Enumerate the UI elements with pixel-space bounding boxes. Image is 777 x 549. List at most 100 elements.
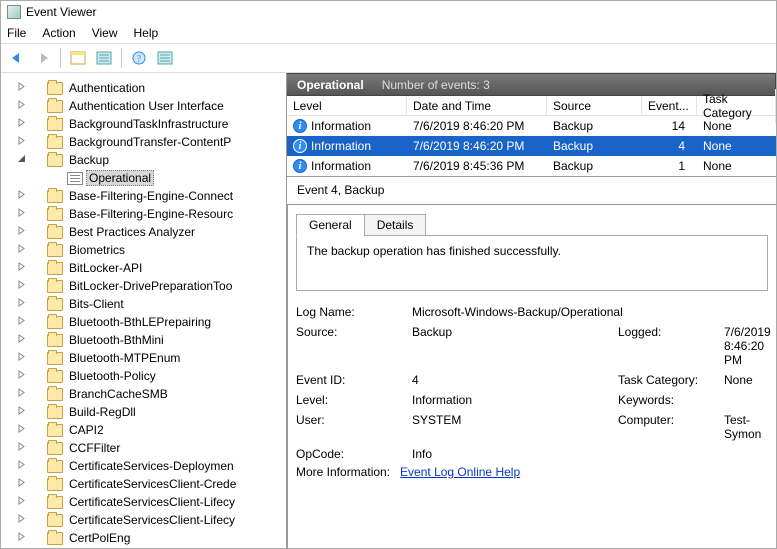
tree-item[interactable]: BranchCacheSMB bbox=[47, 385, 286, 403]
tree-item[interactable]: Operational bbox=[47, 169, 286, 187]
tree-item[interactable]: BitLocker-API bbox=[47, 259, 286, 277]
expand-icon[interactable] bbox=[15, 514, 27, 526]
cell-eventid: 4 bbox=[642, 137, 697, 155]
properties-button[interactable] bbox=[92, 46, 116, 70]
col-date[interactable]: Date and Time bbox=[407, 96, 547, 116]
event-row[interactable]: iInformation7/6/2019 8:45:36 PMBackup1No… bbox=[287, 156, 776, 176]
event-log-online-help-link[interactable]: Event Log Online Help bbox=[400, 465, 520, 479]
tree-item[interactable]: Build-RegDll bbox=[47, 403, 286, 421]
cell-eventid: 1 bbox=[642, 157, 697, 175]
menubar: File Action View Help bbox=[1, 23, 776, 43]
grid-header[interactable]: Level Date and Time Source Event... Task… bbox=[287, 96, 776, 116]
folder-icon bbox=[47, 424, 63, 437]
collapse-icon[interactable] bbox=[15, 154, 27, 166]
tree-item[interactable]: CertificateServicesClient-Lifecy bbox=[47, 493, 286, 511]
expand-icon[interactable] bbox=[15, 82, 27, 94]
menu-view[interactable]: View bbox=[92, 26, 118, 40]
tree-item[interactable]: CertificateServices-Deploymen bbox=[47, 457, 286, 475]
event-row[interactable]: iInformation7/6/2019 8:46:20 PMBackup4No… bbox=[287, 136, 776, 156]
tree-item-label: Operational bbox=[86, 170, 154, 186]
event-detail: Event 4, Backup General Details The back… bbox=[287, 177, 776, 548]
tree-item[interactable]: Bluetooth-BthMini bbox=[47, 331, 286, 349]
tree-item[interactable]: Authentication bbox=[47, 79, 286, 97]
expand-icon[interactable] bbox=[15, 136, 27, 148]
toolbar: ? bbox=[1, 43, 776, 73]
menu-action[interactable]: Action bbox=[42, 26, 75, 40]
help-button[interactable]: ? bbox=[127, 46, 151, 70]
expand-icon[interactable] bbox=[15, 316, 27, 328]
tree-item[interactable]: Bits-Client bbox=[47, 295, 286, 313]
export-button[interactable] bbox=[153, 46, 177, 70]
tree-item[interactable]: CertificateServicesClient-Lifecy bbox=[47, 511, 286, 529]
col-level[interactable]: Level bbox=[287, 96, 407, 116]
tree-item[interactable]: Backup bbox=[47, 151, 286, 169]
info-icon: i bbox=[293, 139, 307, 153]
tree-item[interactable]: Bluetooth-Policy bbox=[47, 367, 286, 385]
expand-icon[interactable] bbox=[15, 118, 27, 130]
tree-item[interactable]: CertPolEng bbox=[47, 529, 286, 547]
expand-icon[interactable] bbox=[15, 532, 27, 544]
expand-icon[interactable] bbox=[15, 280, 27, 292]
expand-icon[interactable] bbox=[15, 424, 27, 436]
tree-item-label: CCFFilter bbox=[66, 441, 123, 455]
expand-icon[interactable] bbox=[15, 244, 27, 256]
tree-item[interactable]: Base-Filtering-Engine-Connect bbox=[47, 187, 286, 205]
folder-icon bbox=[47, 316, 63, 329]
tree-item-label: Base-Filtering-Engine-Connect bbox=[66, 189, 236, 203]
v-user: SYSTEM bbox=[412, 413, 612, 441]
expand-icon[interactable] bbox=[15, 496, 27, 508]
tree-item-label: BitLocker-DrivePreparationToo bbox=[66, 279, 235, 293]
folder-icon bbox=[47, 496, 63, 509]
tree-item[interactable]: Bluetooth-BthLEPrepairing bbox=[47, 313, 286, 331]
folder-icon bbox=[47, 82, 63, 95]
col-source[interactable]: Source bbox=[547, 96, 642, 116]
event-row[interactable]: iInformation7/6/2019 8:46:20 PMBackup14N… bbox=[287, 116, 776, 136]
v-logname: Microsoft-Windows-Backup/Operational bbox=[412, 305, 771, 319]
expand-icon[interactable] bbox=[15, 388, 27, 400]
expand-icon[interactable] bbox=[15, 406, 27, 418]
tree-item[interactable]: Bluetooth-MTPEnum bbox=[47, 349, 286, 367]
titlebar[interactable]: Event Viewer bbox=[1, 1, 776, 23]
menu-help[interactable]: Help bbox=[134, 26, 159, 40]
expand-icon[interactable] bbox=[15, 352, 27, 364]
events-grid[interactable]: Level Date and Time Source Event... Task… bbox=[287, 96, 776, 177]
expand-icon[interactable] bbox=[15, 460, 27, 472]
tree-item[interactable]: CCFFilter bbox=[47, 439, 286, 457]
tree-item[interactable]: Authentication User Interface bbox=[47, 97, 286, 115]
tree-item-label: Bluetooth-BthMini bbox=[66, 333, 167, 347]
tree-item[interactable]: CertificateServicesClient-Crede bbox=[47, 475, 286, 493]
expand-icon[interactable] bbox=[15, 190, 27, 202]
tree-item-label: CAPI2 bbox=[66, 423, 107, 437]
tree-pane[interactable]: AuthenticationAuthentication User Interf… bbox=[1, 73, 287, 548]
v-op: Info bbox=[412, 447, 771, 461]
tab-details[interactable]: Details bbox=[364, 214, 427, 236]
tree-item[interactable]: Best Practices Analyzer bbox=[47, 223, 286, 241]
expand-icon[interactable] bbox=[15, 478, 27, 490]
expand-icon[interactable] bbox=[15, 226, 27, 238]
expand-icon[interactable] bbox=[15, 442, 27, 454]
tree-item[interactable]: Biometrics bbox=[47, 241, 286, 259]
folder-icon bbox=[47, 442, 63, 455]
tree-item[interactable]: BackgroundTaskInfrastructure bbox=[47, 115, 286, 133]
expand-icon[interactable] bbox=[15, 334, 27, 346]
back-button[interactable] bbox=[5, 46, 29, 70]
tree-item[interactable]: BackgroundTransfer-ContentP bbox=[47, 133, 286, 151]
tree-item[interactable]: Base-Filtering-Engine-Resourc bbox=[47, 205, 286, 223]
expand-icon[interactable] bbox=[15, 298, 27, 310]
tree-item-label: CertPolEng bbox=[66, 531, 133, 545]
expand-icon[interactable] bbox=[15, 208, 27, 220]
tree-item[interactable]: BitLocker-DrivePreparationToo bbox=[47, 277, 286, 295]
info-icon: i bbox=[293, 119, 307, 133]
expand-icon[interactable] bbox=[15, 100, 27, 112]
expand-icon[interactable] bbox=[15, 370, 27, 382]
window-title: Event Viewer bbox=[26, 5, 96, 19]
cell-date: 7/6/2019 8:46:20 PM bbox=[407, 117, 547, 135]
menu-file[interactable]: File bbox=[7, 26, 26, 40]
expand-icon[interactable] bbox=[15, 262, 27, 274]
tree-item[interactable]: CAPI2 bbox=[47, 421, 286, 439]
forward-button[interactable] bbox=[31, 46, 55, 70]
tree-item-label: Build-RegDll bbox=[66, 405, 139, 419]
show-hide-tree-button[interactable] bbox=[66, 46, 90, 70]
col-eventid[interactable]: Event... bbox=[642, 96, 697, 116]
tab-general[interactable]: General bbox=[296, 214, 365, 236]
